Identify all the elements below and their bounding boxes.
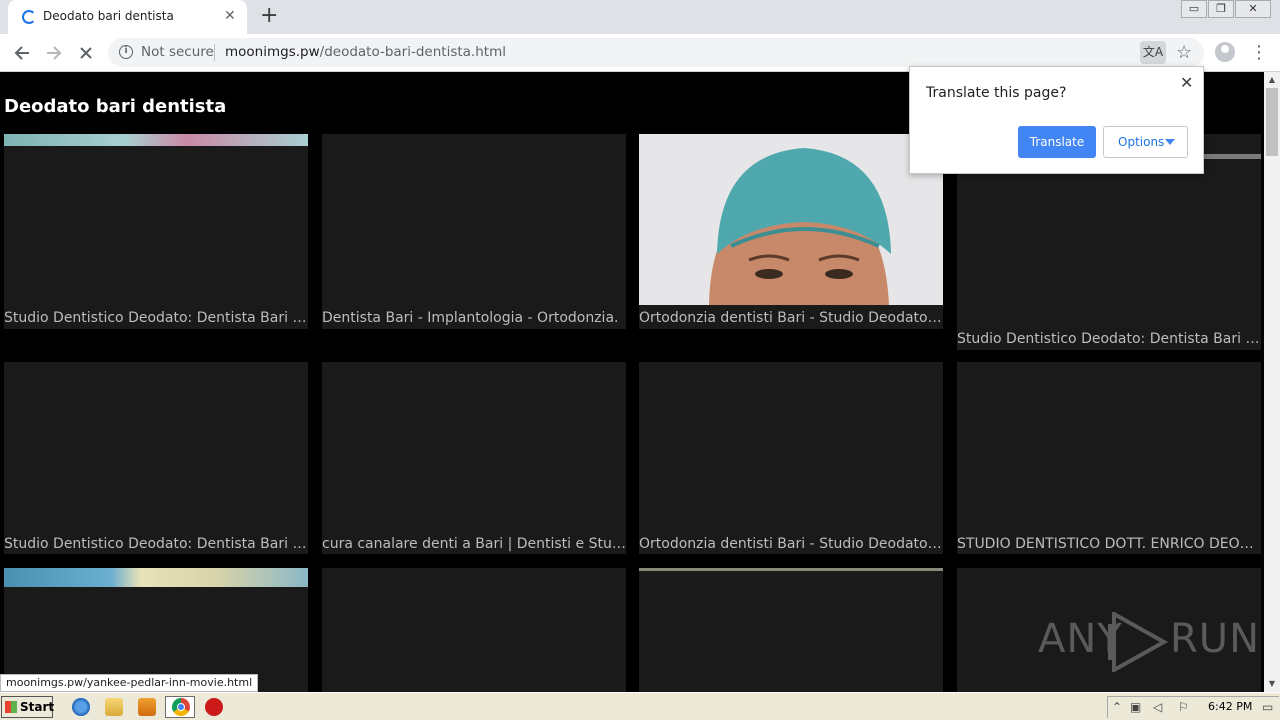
translate-popup: Translate this page? ✕ Translate Options: [909, 66, 1204, 174]
card-caption: Dentista Bari - Implantologia - Ortodonz…: [322, 310, 619, 326]
file-explorer-icon[interactable]: [105, 698, 123, 716]
image-card[interactable]: Ortodonzia dentisti Bari - Studio Deodat…: [639, 362, 943, 554]
volume-icon[interactable]: ◁: [1153, 700, 1162, 714]
restore-button[interactable]: ❐: [1208, 0, 1234, 18]
translate-close-button[interactable]: ✕: [1180, 74, 1193, 92]
image-card[interactable]: Dentista Bari - Implantologia - Ortodonz…: [322, 134, 626, 329]
tab-title: Deodato bari dentista: [43, 9, 174, 23]
image-card[interactable]: cura canalare denti a Bari | Dentisti e …: [322, 362, 626, 554]
opera-icon[interactable]: [205, 698, 223, 716]
card-caption: STUDIO DENTISTICO DOTT. ENRICO DEOD...: [957, 536, 1261, 552]
stop-icon: [80, 47, 92, 59]
watermark-right-text: RUN: [1170, 616, 1260, 662]
url-path: /deodato-bari-dentista.html: [319, 44, 506, 60]
image-card[interactable]: [322, 568, 626, 692]
play-logo-icon: [1108, 612, 1169, 672]
profile-avatar-icon[interactable]: [1215, 42, 1235, 62]
close-window-button[interactable]: ✕: [1235, 0, 1271, 18]
page-scrollbar[interactable]: ▲ ▼: [1264, 72, 1280, 692]
url-text[interactable]: moonimgs.pw/deodato-bari-dentista.html: [225, 44, 506, 60]
show-desktop-icon[interactable]: ▭: [1262, 700, 1273, 714]
tab-strip: Deodato bari dentista ✕ + ▭ ❐ ✕: [0, 0, 1280, 34]
translate-question: Translate this page?: [926, 85, 1067, 101]
address-bar[interactable]: i Not secure moonimgs.pw/deodato-bari-de…: [108, 38, 1204, 67]
start-label: Start: [20, 700, 55, 714]
link-status-bubble: moonimgs.pw/yankee-pedlar-inn-movie.html: [0, 674, 259, 692]
caret-down-icon: [1165, 139, 1175, 145]
card-caption: Ortodonzia dentisti Bari - Studio Deodat…: [639, 536, 943, 552]
minimize-button[interactable]: ▭: [1181, 0, 1207, 18]
action-center-flag-icon[interactable]: ⚐: [1178, 700, 1189, 714]
show-hidden-icons-icon[interactable]: ⌃: [1112, 700, 1122, 714]
doctor-photo: [639, 134, 943, 305]
internet-explorer-icon[interactable]: [72, 698, 90, 716]
back-button[interactable]: [8, 39, 36, 67]
forward-button[interactable]: [40, 39, 68, 67]
forward-arrow-icon: [47, 46, 62, 60]
info-icon[interactable]: i: [119, 45, 133, 59]
page-title: Deodato bari dentista: [4, 96, 227, 117]
scroll-thumb[interactable]: [1266, 88, 1278, 156]
bookmark-star-icon[interactable]: ☆: [1176, 41, 1192, 64]
windows-logo-icon: [5, 701, 17, 713]
scroll-down-arrow-icon[interactable]: ▼: [1264, 676, 1280, 692]
translate-button[interactable]: Translate: [1018, 126, 1096, 158]
card-caption: Studio Dentistico Deodato: Dentista Bari…: [4, 310, 308, 326]
image-thumbnail: [4, 568, 308, 587]
tab-close-button[interactable]: ✕: [224, 7, 236, 25]
back-arrow-icon: [14, 46, 29, 60]
new-tab-button[interactable]: +: [260, 4, 278, 28]
windows-taskbar: Start ⌃ ▣ ◁ ⚐ 6:42 PM ▭: [0, 692, 1280, 720]
card-caption: Studio Dentistico Deodato: Dentista Bari…: [957, 331, 1261, 347]
image-thumbnail: [639, 568, 943, 571]
security-label[interactable]: Not secure: [141, 44, 214, 60]
chrome-taskbar-button[interactable]: [165, 696, 195, 718]
media-player-icon[interactable]: [138, 698, 156, 716]
stop-loading-button[interactable]: [72, 39, 100, 67]
url-host: moonimgs.pw: [225, 44, 320, 60]
translate-icon[interactable]: 文A: [1140, 41, 1166, 64]
scroll-up-arrow-icon[interactable]: ▲: [1264, 72, 1280, 88]
image-card[interactable]: Studio Dentistico Deodato: Dentista Bari…: [4, 362, 308, 554]
loading-spinner-icon: [22, 10, 36, 24]
card-caption: Ortodonzia dentisti Bari - Studio Deodat…: [639, 310, 943, 326]
image-card[interactable]: Studio Dentistico Deodato: Dentista Bari…: [4, 134, 308, 329]
image-thumbnail: [4, 134, 308, 146]
options-label: Options: [1118, 135, 1165, 149]
image-card[interactable]: STUDIO DENTISTICO DOTT. ENRICO DEOD...: [957, 362, 1261, 554]
kebab-menu-icon[interactable]: ⋮: [1250, 39, 1268, 67]
browser-tab[interactable]: Deodato bari dentista ✕: [8, 0, 247, 34]
clock[interactable]: 6:42 PM: [1208, 700, 1252, 713]
translate-options-button[interactable]: Options: [1103, 126, 1188, 158]
image-card[interactable]: Ortodonzia dentisti Bari - Studio Deodat…: [639, 134, 943, 329]
image-thumbnail: [639, 134, 943, 305]
start-button[interactable]: Start: [1, 696, 55, 718]
card-caption: cura canalare denti a Bari | Dentisti e …: [322, 536, 626, 552]
image-card[interactable]: [639, 568, 943, 692]
card-caption: Studio Dentistico Deodato: Dentista Bari…: [4, 536, 308, 552]
system-tray: ⌃ ▣ ◁ ⚐ 6:42 PM ▭: [1107, 696, 1279, 718]
chrome-icon: [172, 698, 190, 716]
network-icon[interactable]: ▣: [1130, 700, 1141, 714]
omnibox-divider: [214, 44, 215, 61]
